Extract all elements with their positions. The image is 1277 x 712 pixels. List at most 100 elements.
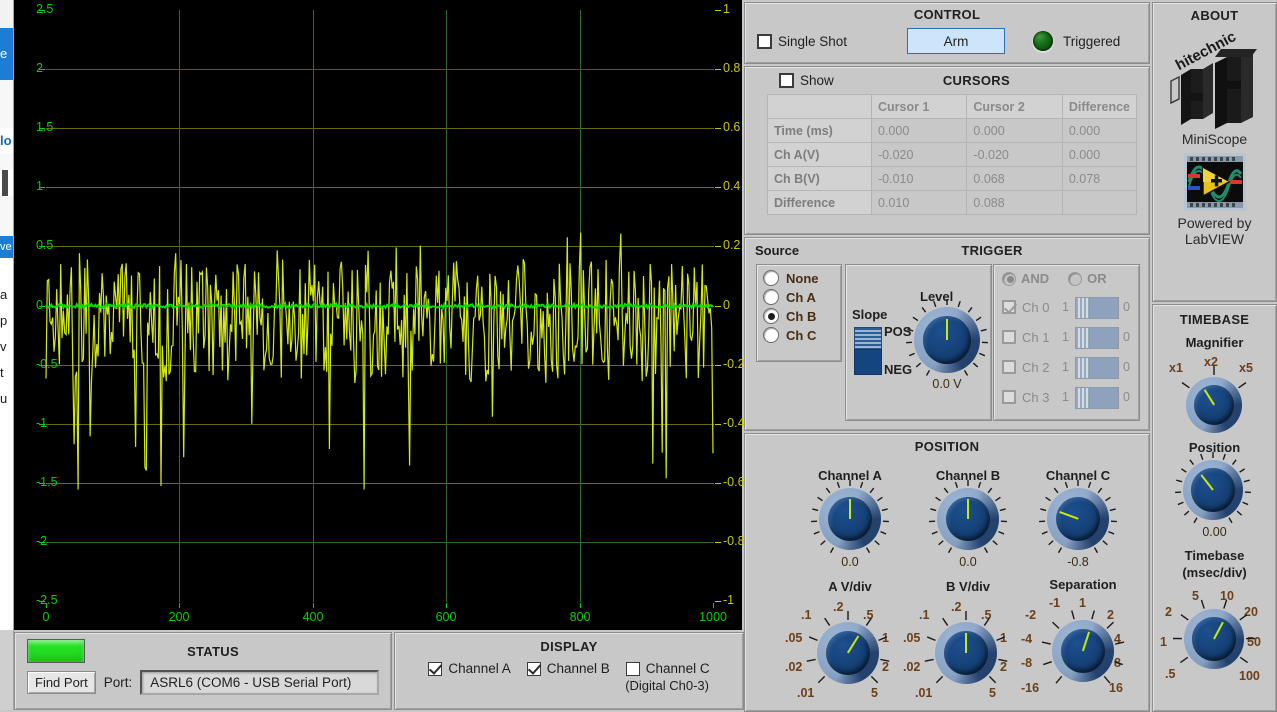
single-shot-checkbox[interactable]: Single Shot bbox=[757, 34, 907, 49]
radio-or[interactable] bbox=[1068, 272, 1082, 286]
radio-cha[interactable] bbox=[763, 289, 779, 305]
digital-ch1-switch[interactable] bbox=[1075, 327, 1117, 347]
source-label-cha: Ch A bbox=[786, 290, 816, 305]
display-chb-checkbox[interactable]: Channel B bbox=[527, 661, 610, 676]
digital-ch3-label: Ch 3 bbox=[1022, 390, 1056, 405]
position-chb-knob[interactable] bbox=[937, 488, 999, 550]
arm-button[interactable]: Arm bbox=[907, 28, 1005, 54]
powered-by-line2: LabVIEW bbox=[1153, 231, 1276, 247]
source-option-cha[interactable]: Ch A bbox=[763, 289, 841, 305]
digital-ch1-checkbox[interactable] bbox=[1002, 330, 1016, 344]
x-tick-mark bbox=[179, 603, 180, 608]
digital-row-ch2[interactable]: Ch 2 1 0 bbox=[1002, 352, 1139, 382]
digital-ch3-checkbox[interactable] bbox=[1002, 390, 1016, 404]
magnifier-knob[interactable] bbox=[1186, 377, 1242, 433]
digital-row-ch1[interactable]: Ch 1 1 0 bbox=[1002, 322, 1139, 352]
slope-switch[interactable] bbox=[854, 327, 880, 373]
digital-ch3-switch[interactable] bbox=[1075, 387, 1117, 407]
cell-cha-diff: 0.000 bbox=[1062, 143, 1136, 167]
source-option-chc[interactable]: Ch C bbox=[763, 327, 841, 343]
y-tick-mark-right bbox=[715, 542, 721, 543]
table-row: Time (ms) 0.000 0.000 0.000 bbox=[768, 119, 1137, 143]
port-value-field[interactable]: ASRL6 (COM6 - USB Serial Port) bbox=[140, 670, 379, 695]
about-title: ABOUT bbox=[1153, 8, 1276, 23]
y-tick-mark-right bbox=[715, 246, 721, 247]
single-shot-box[interactable] bbox=[757, 34, 772, 49]
table-row: Ch A(V) -0.020 -0.020 0.000 bbox=[768, 143, 1137, 167]
b-vdiv-knob[interactable] bbox=[935, 622, 997, 684]
timebase-knob[interactable] bbox=[1184, 609, 1244, 669]
digital-ch2-zero: 0 bbox=[1123, 360, 1130, 374]
display-cha-checkbox[interactable]: Channel A bbox=[428, 661, 510, 676]
slope-label: Slope bbox=[852, 307, 887, 322]
bg-fragment-1: lo bbox=[0, 128, 14, 154]
sep-tick-m8: -8 bbox=[1021, 656, 1032, 670]
trace-channel-b bbox=[46, 233, 713, 490]
a-vdiv-tick-p05: .05 bbox=[785, 631, 802, 645]
b-vdiv-dial-group[interactable]: .1 .2 .5 .05 1 .02 2 .01 5 bbox=[903, 598, 1033, 706]
knob-tick-ring bbox=[1169, 594, 1259, 684]
timebase-position-knob[interactable] bbox=[1183, 460, 1243, 520]
slope-switch-bottom bbox=[854, 349, 882, 375]
trigger-slope-level-group: Slope POS NEG Level 0.0 V bbox=[845, 264, 992, 421]
cell-cha-c2: -0.020 bbox=[967, 143, 1062, 167]
timebase-dial-group[interactable]: 5 10 2 20 1 50 .5 100 bbox=[1157, 587, 1271, 705]
x-tick-mark bbox=[580, 603, 581, 608]
radio-none[interactable] bbox=[763, 270, 779, 286]
status-led bbox=[27, 639, 85, 663]
digital-ch0-switch[interactable] bbox=[1075, 297, 1117, 317]
display-chb-box[interactable] bbox=[527, 662, 541, 676]
cell-chb-diff: 0.078 bbox=[1062, 167, 1136, 191]
source-option-none[interactable]: None bbox=[763, 270, 841, 286]
find-port-button[interactable]: Find Port bbox=[27, 671, 96, 694]
timebase-panel: TIMEBASE Magnifier x1 x2 x5 Position 0.0… bbox=[1152, 304, 1277, 712]
triggered-label: Triggered bbox=[1063, 34, 1120, 49]
display-note: (Digital Ch0-3) bbox=[395, 678, 743, 693]
y-tick-label-right: -1 bbox=[723, 593, 734, 607]
separation-dial-group[interactable]: -1 1 -2 2 -4 4 -8 8 -16 16 bbox=[1021, 596, 1145, 706]
magnifier-dial-group[interactable]: x1 x2 x5 bbox=[1159, 355, 1269, 431]
position-cha-value: 0.0 bbox=[795, 555, 905, 569]
control-title: CONTROL bbox=[745, 7, 1149, 22]
a-vdiv-dial-group[interactable]: .1 .2 .5 .05 1 .02 2 .01 5 bbox=[785, 598, 915, 706]
digital-ch2-checkbox[interactable] bbox=[1002, 360, 1016, 374]
knob-tick-ring bbox=[899, 292, 995, 388]
digital-row-ch3[interactable]: Ch 3 1 0 bbox=[1002, 382, 1139, 412]
hitechnic-logo-svg: hitechnic bbox=[1163, 27, 1267, 131]
digital-ch2-label: Ch 2 bbox=[1022, 360, 1056, 375]
digital-ch0-one: 1 bbox=[1062, 300, 1069, 314]
separation-knob[interactable] bbox=[1052, 620, 1114, 682]
y-tick-mark-right bbox=[715, 306, 721, 307]
bg-fragment-7: u bbox=[0, 386, 14, 412]
display-chc-box[interactable] bbox=[626, 662, 640, 676]
digital-ch0-checkbox[interactable] bbox=[1002, 300, 1016, 314]
radio-and[interactable] bbox=[1002, 272, 1016, 286]
x-tick-label: 600 bbox=[436, 610, 457, 624]
trigger-level-knob[interactable] bbox=[914, 307, 980, 373]
y-tick-label-right: 0.8 bbox=[723, 61, 740, 75]
display-panel: DISPLAY Channel A Channel B Channel C (D… bbox=[394, 632, 744, 710]
digital-row-ch0[interactable]: Ch 0 1 0 bbox=[1002, 292, 1139, 322]
row-label-cha: Ch A(V) bbox=[768, 143, 872, 167]
show-box[interactable] bbox=[779, 73, 794, 88]
source-label-chc: Ch C bbox=[786, 328, 816, 343]
knob-tick-ring bbox=[1168, 445, 1258, 535]
a-vdiv-knob[interactable] bbox=[817, 622, 879, 684]
digital-ch2-one: 1 bbox=[1062, 360, 1069, 374]
waveform-graph[interactable]: 2.5120.81.50.610.40.50.200-0.5-0.2-1-0.4… bbox=[14, 0, 742, 630]
position-cha-knob[interactable] bbox=[819, 488, 881, 550]
plot-area[interactable]: 2.5120.81.50.610.40.50.200-0.5-0.2-1-0.4… bbox=[46, 10, 714, 602]
cell-time-c2: 0.000 bbox=[967, 119, 1062, 143]
digital-ch3-zero: 0 bbox=[1123, 390, 1130, 404]
source-option-chb[interactable]: Ch B bbox=[763, 308, 841, 324]
display-cha-box[interactable] bbox=[428, 662, 442, 676]
trigger-source-group[interactable]: None Ch A Ch B Ch C bbox=[756, 264, 842, 362]
radio-chb[interactable] bbox=[763, 308, 779, 324]
powered-by-line1: Powered by bbox=[1153, 215, 1276, 231]
status-title: STATUS bbox=[85, 644, 341, 659]
radio-chc[interactable] bbox=[763, 327, 779, 343]
display-chc-checkbox[interactable]: Channel C bbox=[626, 661, 710, 676]
digital-ch2-switch[interactable] bbox=[1075, 357, 1117, 377]
position-chc-knob[interactable] bbox=[1047, 488, 1109, 550]
hitechnic-logo: hitechnic bbox=[1163, 27, 1267, 131]
